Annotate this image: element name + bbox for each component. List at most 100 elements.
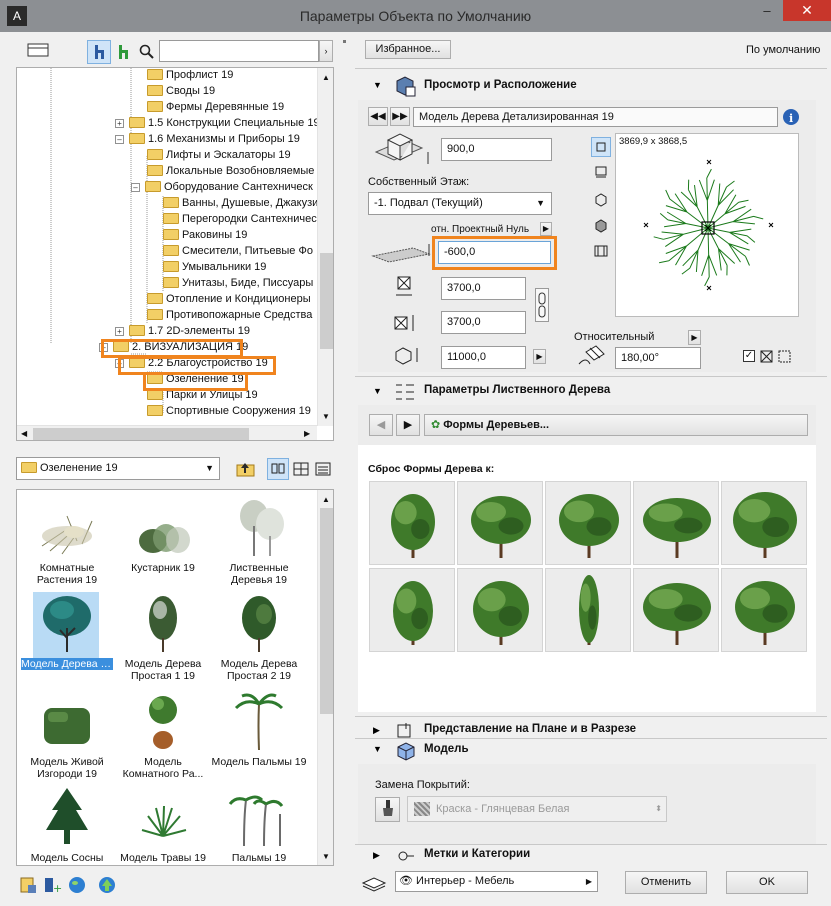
gallery-vscroll[interactable]: ▲ ▼ (317, 490, 333, 865)
prev-object-button[interactable]: ◀◀ (368, 107, 388, 126)
render-view-icon[interactable] (593, 243, 609, 262)
tree-shape-tile[interactable] (457, 481, 543, 565)
collapse-triangle-icon[interactable]: ▼ (373, 386, 382, 396)
size-z-input[interactable]: 11000,0 (441, 346, 526, 369)
tree-item[interactable]: – 1.6 Механизмы и Приборы 19 (115, 131, 317, 147)
expand-triangle-icon[interactable]: ▶ (373, 850, 380, 861)
layer-select[interactable]: 👁 Интерьер - Мебель ▶ (395, 871, 598, 892)
tree-vscroll-thumb[interactable] (320, 253, 333, 349)
gallery-item[interactable]: Комнатные Растения 19 (19, 496, 115, 586)
relative-menu-button[interactable]: ▶ (688, 330, 701, 345)
tree-item[interactable]: Смесители, Питьевые Фо (163, 243, 317, 259)
elevation-input[interactable]: -600,0 (438, 241, 551, 264)
collapse-icon[interactable]: – (115, 135, 124, 144)
tree-item[interactable]: Противопожарные Средства (147, 307, 317, 323)
tree-item[interactable]: Перегородки Сантехничес (163, 211, 317, 227)
size-y-input[interactable]: 3700,0 (441, 311, 526, 334)
add-library-icon[interactable]: + (42, 875, 62, 895)
gallery-item[interactable]: Кустарник 19 (115, 496, 211, 574)
large-icons-view-icon[interactable] (267, 458, 289, 480)
view-mode-icon[interactable] (22, 41, 56, 63)
object-gallery[interactable]: Комнатные Растения 19 Кустарник 19 Листв… (16, 489, 334, 866)
folder-select[interactable]: Озеленение 19 ▼ (16, 457, 220, 480)
tree-shape-tile[interactable] (457, 568, 543, 652)
globe-icon[interactable] (67, 875, 87, 895)
tree-item[interactable]: Ванны, Душевые, Джакузи (163, 195, 317, 211)
scroll-up-arrow-icon[interactable]: ▲ (322, 495, 330, 504)
expand-triangle-icon[interactable]: ▶ (373, 725, 380, 736)
elevation-reference-button[interactable]: ▶ (540, 222, 552, 236)
tree-shape-tile[interactable] (369, 568, 455, 652)
surface-select[interactable]: Краска - Глянцевая Белая ⬍ (407, 796, 667, 822)
scroll-up-arrow-icon[interactable]: ▲ (322, 73, 330, 82)
tree-item[interactable]: Раковины 19 (163, 227, 317, 243)
show-preview-icon[interactable] (778, 350, 792, 367)
info-icon[interactable]: i (781, 107, 801, 127)
tree-item[interactable]: +1.5 Конструкции Специальные 19 (115, 115, 317, 131)
section-preview-title[interactable]: Просмотр и Расположение (424, 79, 577, 91)
size-z-more-button[interactable]: ▶ (533, 349, 546, 364)
section-tree-params-title[interactable]: Параметры Лиственного Дерева (424, 384, 610, 396)
gallery-item[interactable]: Модель Комнатного Ра... (115, 690, 211, 780)
search-go-button[interactable]: › (319, 40, 333, 62)
scroll-right-arrow-icon[interactable]: ▶ (304, 429, 310, 438)
section-view-icon[interactable] (593, 164, 609, 183)
tree-forms-button[interactable]: ✿ Формы Деревьев... (424, 414, 808, 436)
search-icon[interactable] (138, 42, 156, 62)
scroll-left-arrow-icon[interactable]: ◀ (21, 429, 27, 438)
search-input[interactable] (159, 40, 319, 62)
tree-hscroll[interactable]: ◀ ▶ (17, 425, 317, 440)
tree-shape-tile[interactable] (633, 568, 719, 652)
plan-view-icon[interactable] (591, 137, 611, 157)
gallery-item[interactable]: Модель Живой Изгороди 19 (19, 690, 115, 780)
list-view-icon[interactable] (313, 459, 333, 479)
gallery-item[interactable]: Пальмы 19 (211, 786, 307, 864)
page-back-button[interactable]: ◀ (369, 414, 393, 436)
surface-brush-button[interactable] (375, 797, 400, 822)
gallery-item[interactable]: Модель Дерева Детализированная (19, 592, 115, 670)
bimcomponents-icon[interactable] (97, 875, 117, 895)
close-button[interactable]: ✕ (783, 0, 831, 21)
section-plan-title[interactable]: Представление на Плане и в Разрезе (424, 723, 636, 738)
tree-vscroll[interactable]: ▲ ▼ (317, 68, 333, 426)
collapse-triangle-icon[interactable]: ▼ (373, 744, 382, 754)
tree-shape-tile[interactable] (545, 568, 631, 652)
tree-shape-tile[interactable] (545, 481, 631, 565)
preview-canvas[interactable]: 3869,9 x 3868,5 (615, 133, 799, 317)
collapse-triangle-icon[interactable]: ▼ (373, 80, 382, 90)
angle-input[interactable]: 180,00° (615, 347, 701, 369)
object-name-field[interactable]: Модель Дерева Детализированная 19 (413, 107, 778, 127)
tree-hscroll-thumb[interactable] (33, 428, 249, 440)
story-select[interactable]: -1. Подвал (Текущий) ▼ (368, 192, 552, 215)
axon-shaded-icon[interactable] (593, 218, 609, 237)
chain-link-icon[interactable] (535, 288, 549, 322)
tree-item[interactable]: Спортивные Сооружения 19 (147, 403, 317, 419)
tree-item[interactable]: Унитазы, Биде, Писсуары (163, 275, 317, 291)
tree-item[interactable]: Отопление и Кондиционеры (147, 291, 317, 307)
tree-item[interactable]: +1.7 2D-элементы 19 (115, 323, 317, 339)
cancel-button[interactable]: Отменить (625, 871, 707, 894)
scroll-down-arrow-icon[interactable]: ▼ (322, 852, 330, 861)
library-green-icon[interactable] (114, 42, 134, 62)
tree-item[interactable]: Фермы Деревянные 19 (147, 99, 317, 115)
height-input[interactable]: 900,0 (441, 138, 552, 161)
favorites-button[interactable]: Избранное... (365, 40, 451, 59)
gallery-item[interactable]: Лиственные Деревья 19 (211, 496, 307, 586)
tree-item[interactable]: Профлист 19 (147, 68, 317, 83)
library-manager-icon[interactable] (18, 875, 38, 895)
tree-item[interactable]: Своды 19 (147, 83, 317, 99)
tree-shape-tile[interactable] (721, 568, 807, 652)
library-tree-icon[interactable] (87, 40, 111, 64)
ok-button[interactable]: OK (726, 871, 808, 894)
section-model-title[interactable]: Модель (424, 743, 469, 755)
tree-shape-tile[interactable] (369, 481, 455, 565)
tree-shape-tile[interactable] (633, 481, 719, 565)
tree-item[interactable]: Умывальники 19 (163, 259, 317, 275)
tree-item[interactable]: Лифты и Эскалаторы 19 (147, 147, 317, 163)
gallery-vscroll-thumb[interactable] (320, 508, 333, 714)
expand-icon[interactable]: + (115, 327, 124, 336)
pane-splitter[interactable] (343, 36, 347, 906)
gallery-item[interactable]: Модель Сосны (19, 786, 115, 864)
small-icons-view-icon[interactable] (291, 459, 311, 479)
gallery-item[interactable]: Модель Дерева Простая 1 19 (115, 592, 211, 682)
